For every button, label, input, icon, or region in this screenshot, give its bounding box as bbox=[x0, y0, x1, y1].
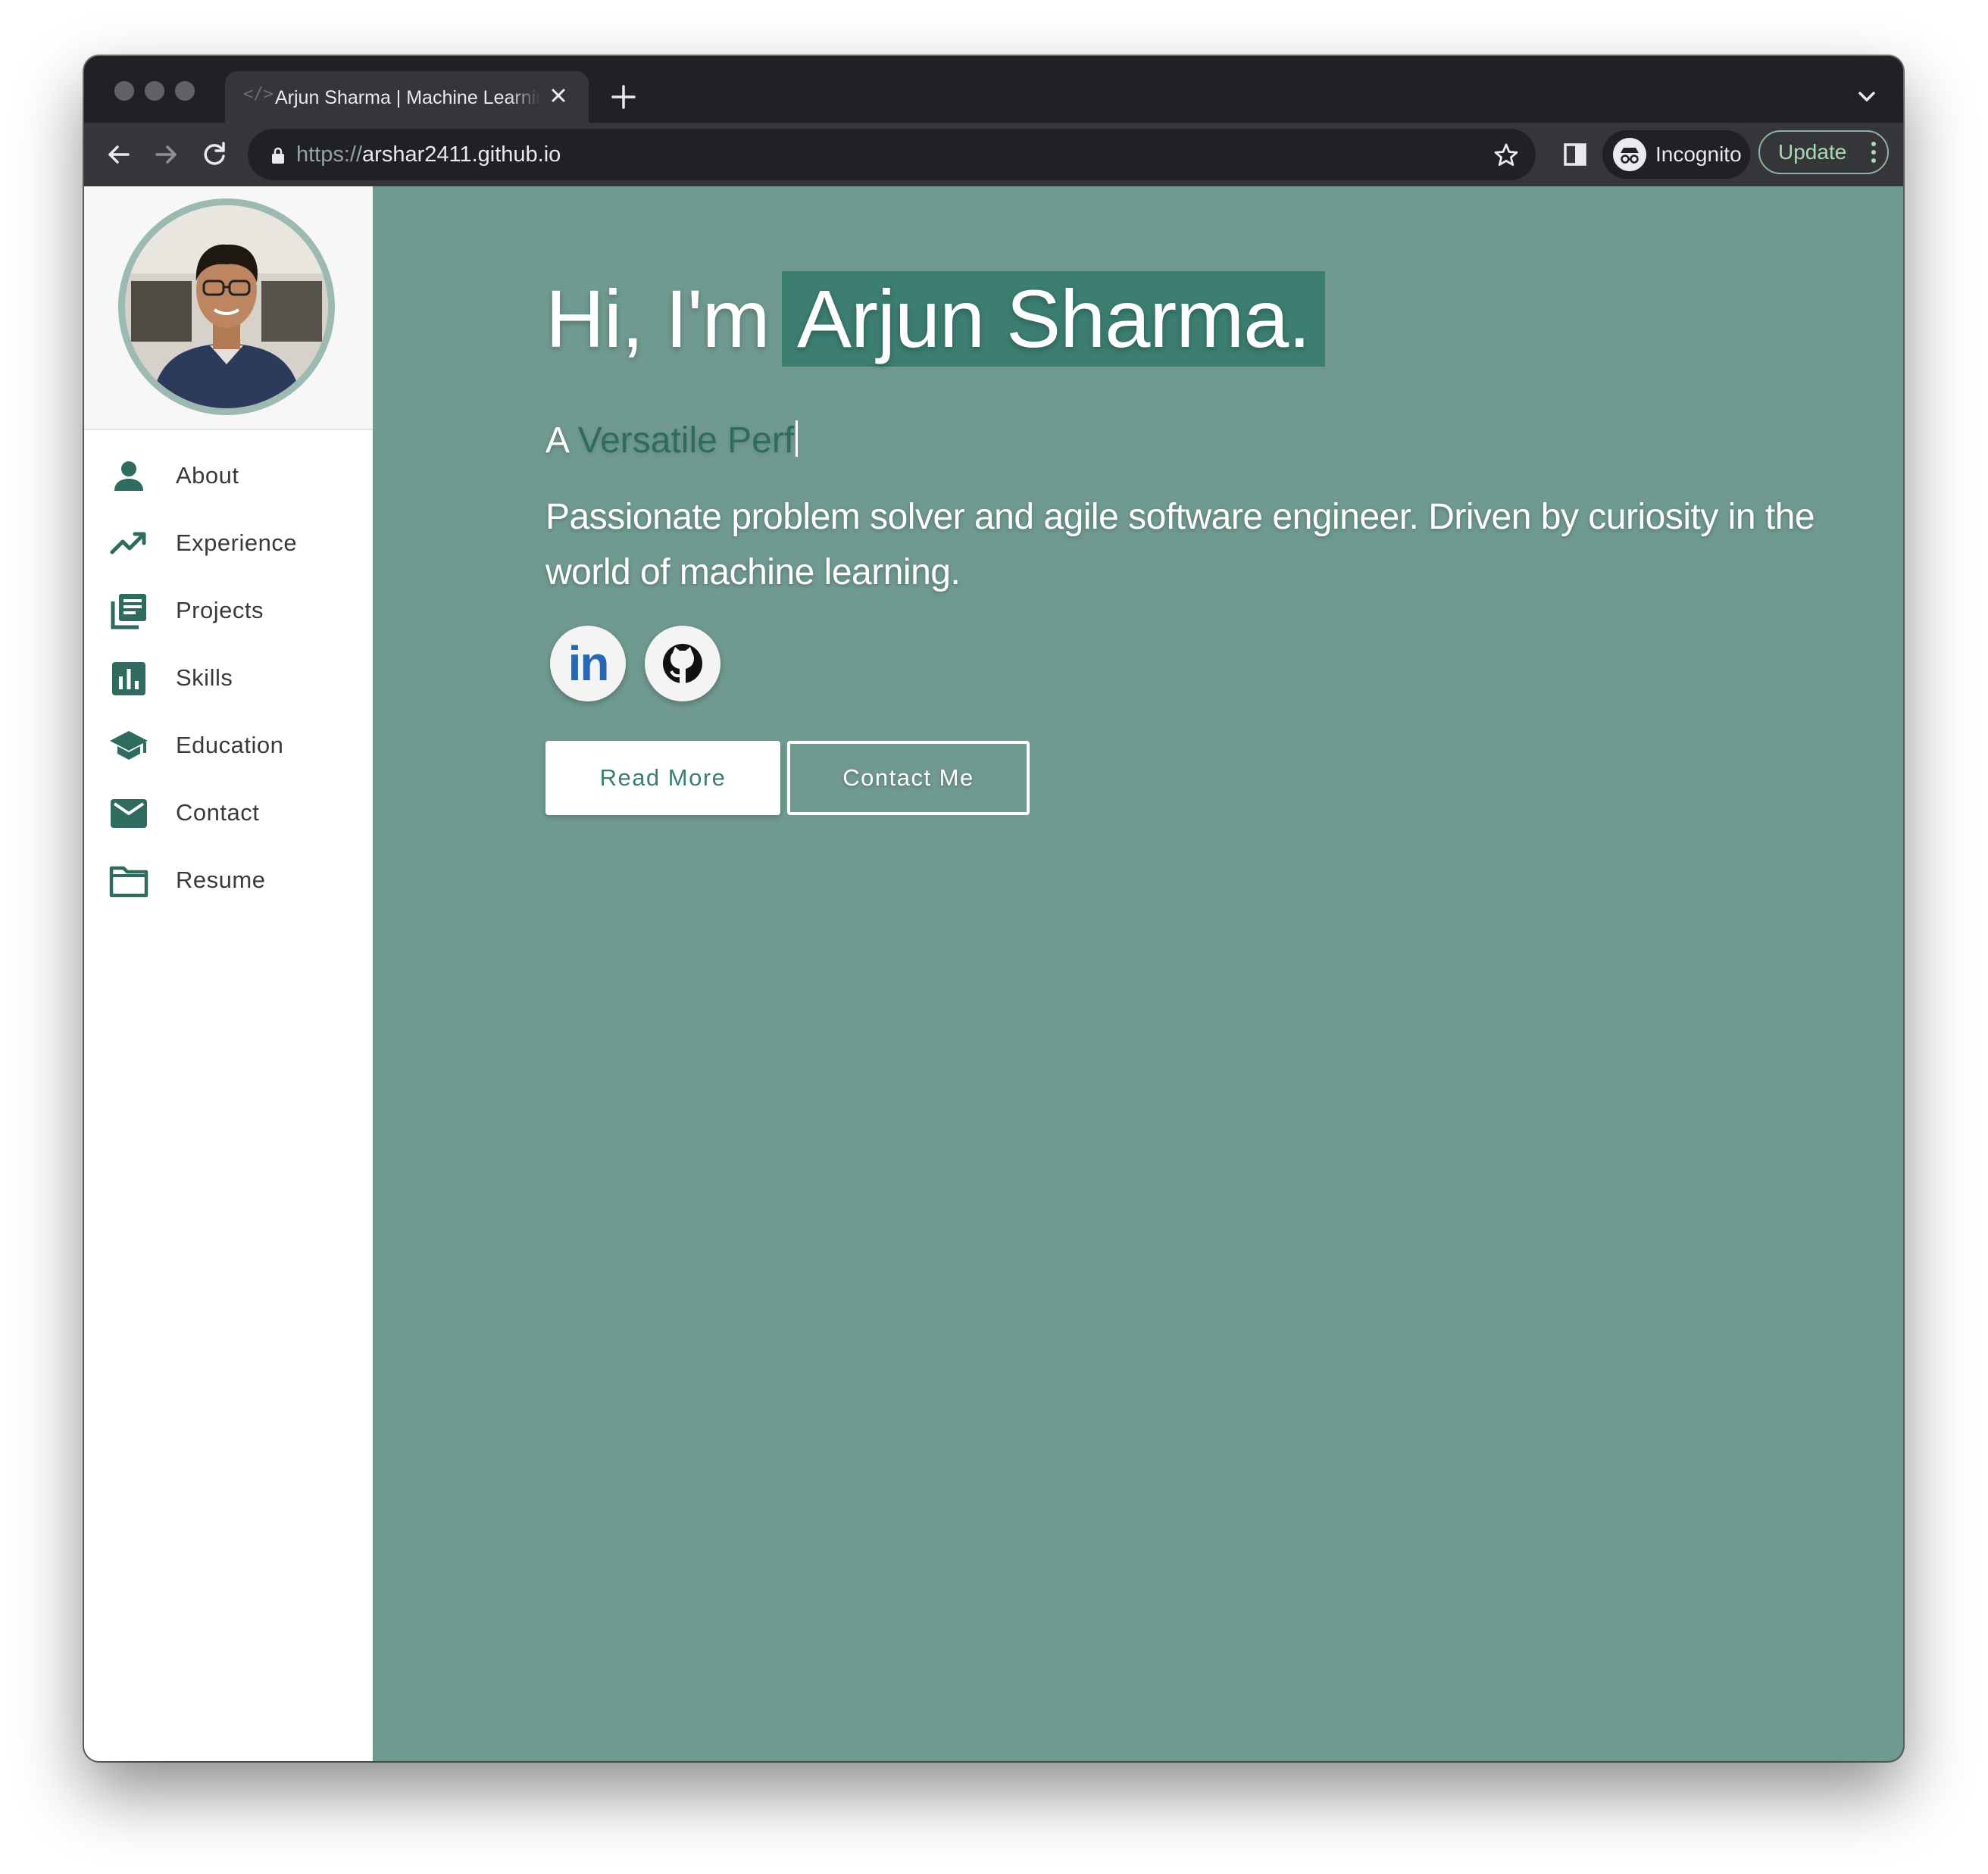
sidebar-item-projects[interactable]: Projects bbox=[84, 577, 373, 645]
address-bar[interactable]: https://arshar2411.github.io bbox=[248, 129, 1536, 180]
reload-icon[interactable] bbox=[196, 136, 233, 173]
incognito-label: Incognito bbox=[1655, 142, 1742, 166]
graduation-cap-icon bbox=[110, 731, 148, 760]
sidebar: About Experience Projects Skills Educati… bbox=[84, 186, 373, 1761]
tab-title: Arjun Sharma | Machine Learning bbox=[275, 87, 540, 108]
sidebar-item-education[interactable]: Education bbox=[84, 712, 373, 779]
github-button[interactable] bbox=[645, 626, 720, 701]
maximize-window-button[interactable] bbox=[175, 81, 195, 101]
read-more-button[interactable]: Read More bbox=[545, 741, 780, 815]
bar-chart-icon bbox=[112, 662, 145, 695]
sidebar-item-experience[interactable]: Experience bbox=[84, 510, 373, 577]
folder-icon bbox=[109, 866, 148, 898]
sidebar-item-resume[interactable]: Resume bbox=[84, 847, 373, 914]
library-books-icon bbox=[111, 594, 146, 629]
sidebar-nav: About Experience Projects Skills Educati… bbox=[84, 442, 373, 914]
incognito-indicator[interactable]: Incognito bbox=[1602, 130, 1750, 179]
more-vert-icon bbox=[1871, 142, 1876, 163]
greeting: Hi, I'm bbox=[545, 273, 771, 364]
close-icon[interactable] bbox=[545, 82, 572, 109]
tab-strip: </> Arjun Sharma | Machine Learning bbox=[84, 56, 1903, 123]
typed-prefix: A bbox=[545, 420, 578, 461]
incognito-icon bbox=[1613, 138, 1646, 171]
back-arrow-icon[interactable] bbox=[101, 136, 137, 173]
lock-icon bbox=[272, 147, 284, 164]
sidebar-item-label: Skills bbox=[176, 664, 233, 691]
chevron-down-icon[interactable] bbox=[1853, 83, 1880, 111]
side-panel-icon[interactable] bbox=[1558, 138, 1592, 171]
name-highlight: Arjun Sharma. bbox=[782, 271, 1326, 367]
sidebar-item-label: Contact bbox=[176, 799, 260, 826]
sidebar-item-label: Experience bbox=[176, 529, 298, 556]
linkedin-icon: in bbox=[567, 636, 610, 691]
forward-arrow-icon[interactable] bbox=[148, 136, 184, 173]
sidebar-item-label: Resume bbox=[176, 867, 266, 893]
github-icon bbox=[663, 644, 702, 683]
sidebar-item-label: Education bbox=[176, 732, 284, 758]
sidebar-item-label: About bbox=[176, 462, 239, 489]
linkedin-button[interactable]: in bbox=[550, 626, 626, 701]
code-icon: </> bbox=[243, 85, 274, 104]
browser-toolbar: https://arshar2411.github.io Incognito U… bbox=[84, 123, 1903, 186]
close-window-button[interactable] bbox=[114, 81, 134, 101]
browser-window: </> Arjun Sharma | Machine Learning http… bbox=[84, 56, 1903, 1761]
plus-icon[interactable] bbox=[607, 80, 640, 114]
trending-up-icon bbox=[110, 532, 146, 554]
bio-text: Passionate problem solver and agile soft… bbox=[545, 497, 1815, 592]
update-label: Update bbox=[1778, 140, 1847, 164]
typing-caret bbox=[796, 420, 799, 457]
contact-me-button[interactable]: Contact Me bbox=[787, 741, 1030, 815]
url-scheme: https:// bbox=[296, 142, 363, 167]
page-viewport: About Experience Projects Skills Educati… bbox=[84, 186, 1903, 1761]
url-text[interactable]: https://arshar2411.github.io bbox=[296, 141, 561, 168]
sidebar-item-about[interactable]: About bbox=[84, 442, 373, 510]
typed-tagline: A Versatile Perf bbox=[545, 418, 799, 464]
update-button[interactable]: Update bbox=[1758, 130, 1889, 174]
sidebar-item-label: Projects bbox=[176, 597, 264, 623]
typed-word: Versatile Perf bbox=[577, 420, 795, 461]
person-icon bbox=[114, 461, 143, 491]
profile-photo bbox=[118, 198, 335, 415]
mail-icon bbox=[111, 799, 147, 828]
profile-header bbox=[84, 186, 373, 430]
sidebar-item-contact[interactable]: Contact bbox=[84, 779, 373, 847]
active-tab[interactable]: </> Arjun Sharma | Machine Learning bbox=[225, 71, 589, 123]
minimize-window-button[interactable] bbox=[145, 81, 164, 101]
url-host: arshar2411.github.io bbox=[362, 142, 561, 167]
sidebar-item-skills[interactable]: Skills bbox=[84, 645, 373, 712]
star-icon[interactable] bbox=[1492, 141, 1521, 170]
